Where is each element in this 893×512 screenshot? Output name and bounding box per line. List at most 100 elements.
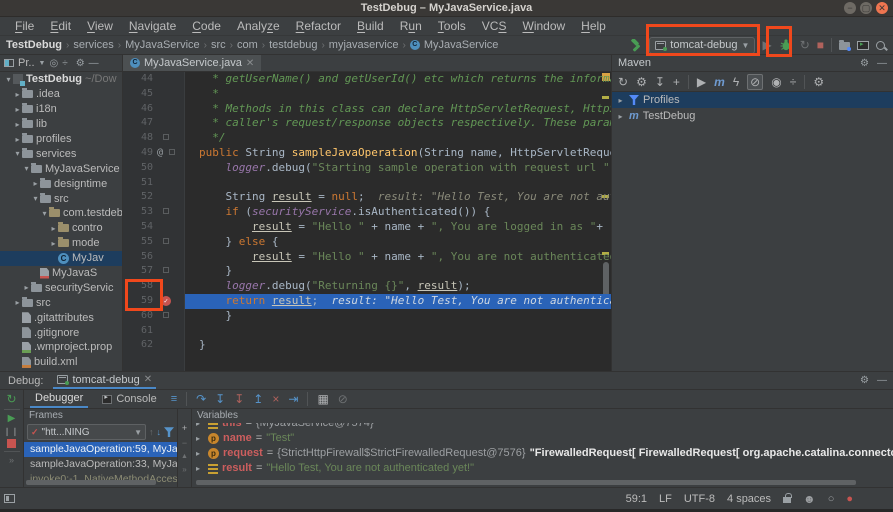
breadcrumb-item[interactable]: TestDebug	[6, 39, 62, 51]
fold-marker-icon[interactable]	[163, 208, 169, 214]
chevron-down-icon[interactable]: ▾	[22, 164, 31, 173]
chevron-right-icon[interactable]: ▸	[13, 90, 22, 99]
chevron-right-icon[interactable]: ▸	[616, 112, 625, 121]
code-line-46[interactable]: 46 * Methods in this class can declare H…	[123, 102, 611, 117]
maven-item-profiles[interactable]: ▸Profiles	[612, 92, 893, 108]
code-line-53[interactable]: 53 if (securityService.isAuthenticated()…	[123, 205, 611, 220]
tree-item-comtestdebug[interactable]: ▾com.testdebug	[0, 206, 122, 221]
code-line-58[interactable]: 58 logger.debug("Returning {}", result);	[123, 279, 611, 294]
force-step-into-icon[interactable]: ↧	[234, 392, 244, 406]
run-maven-build-icon[interactable]: ▶	[697, 75, 706, 89]
project-pane-title[interactable]: Pr..	[18, 57, 35, 69]
breadcrumb-item[interactable]: src	[211, 39, 226, 51]
step-into-icon[interactable]: ↧	[215, 392, 225, 406]
rerun-icon[interactable]: ↻	[6, 392, 16, 406]
menu-refactor[interactable]: Refactor	[289, 19, 348, 33]
chevron-right-icon[interactable]: ▸	[13, 135, 22, 144]
tree-item-idea[interactable]: ▸.idea	[0, 87, 122, 102]
remove-watch-icon[interactable]: −	[182, 438, 187, 448]
generate-sources-icon[interactable]: ⚙	[636, 75, 647, 89]
tree-item-contro[interactable]: ▸contro	[0, 221, 122, 236]
debug-session-tab[interactable]: tomcat-debug ✕	[53, 372, 156, 389]
code-editor[interactable]: 44 * getUserName() and getUserId() etc w…	[123, 72, 611, 371]
locate-icon[interactable]: ◎	[49, 58, 58, 69]
menu-navigate[interactable]: Navigate	[122, 19, 183, 33]
run-dashboard-icon[interactable]	[857, 41, 869, 50]
breadcrumb-item[interactable]: services	[73, 39, 113, 51]
tree-item-testdebug[interactable]: ▾TestDebug~/Dow	[0, 72, 122, 87]
chevron-right-icon[interactable]: ▸	[31, 179, 40, 188]
code-line-50[interactable]: 50 logger.debug("Starting sample operati…	[123, 161, 611, 176]
line-separator[interactable]: LF	[659, 493, 672, 505]
collapse-all-icon[interactable]: ÷	[62, 58, 68, 69]
hide-icon[interactable]: —	[89, 58, 99, 69]
chevron-down-icon[interactable]: ▾	[13, 149, 22, 158]
code-line-62[interactable]: 62}	[123, 338, 611, 353]
tree-item-buildxml[interactable]: build.xml	[0, 355, 122, 370]
drop-frame-icon[interactable]: ×	[272, 392, 279, 406]
close-icon[interactable]: ✕	[876, 2, 888, 14]
tree-item-lib[interactable]: ▸lib	[0, 117, 122, 132]
code-line-51[interactable]: 51	[123, 176, 611, 191]
menu-build[interactable]: Build	[350, 19, 391, 33]
step-out-icon[interactable]: ↥	[253, 392, 263, 406]
tree-item-i18n[interactable]: ▸i18n	[0, 102, 122, 117]
restart-icon[interactable]: ↻	[800, 38, 810, 52]
error-indicator-icon[interactable]: ●	[846, 493, 853, 505]
code-line-54[interactable]: 54 result = "Hello " + name + ", You are…	[123, 220, 611, 235]
tree-item-designtime[interactable]: ▸designtime	[0, 176, 122, 191]
chevron-right-icon[interactable]: ▸	[196, 446, 204, 461]
tree-item-src[interactable]: ▾src	[0, 191, 122, 206]
project-structure-icon[interactable]	[839, 42, 850, 50]
resume-icon[interactable]: ▶	[8, 413, 16, 424]
move-up-icon[interactable]: ▲	[181, 453, 188, 460]
download-sources-icon[interactable]: ↧	[655, 75, 665, 89]
more-icon[interactable]: »	[182, 465, 186, 474]
chevron-right-icon[interactable]: ▸	[49, 239, 58, 248]
code-line-59[interactable]: 59✓ return result; result: "Hello Test, …	[123, 294, 611, 309]
evaluate-expression-icon[interactable]: ▦	[317, 392, 328, 406]
code-line-45[interactable]: 45 *	[123, 87, 611, 102]
tree-item-mode[interactable]: ▸mode	[0, 236, 122, 251]
fold-marker-icon[interactable]	[163, 134, 169, 140]
gear-icon[interactable]: ⚙	[860, 58, 869, 69]
chevron-right-icon[interactable]: ▸	[13, 105, 22, 114]
menu-view[interactable]: View	[80, 19, 120, 33]
fold-marker-icon[interactable]	[163, 238, 169, 244]
variable-row-request[interactable]: ▸prequest = {StrictHttpFirewall$StrictFi…	[192, 446, 893, 461]
code-line-55[interactable]: 55 } else {	[123, 235, 611, 250]
chevron-right-icon[interactable]: ▸	[49, 224, 58, 233]
tree-item-myjav[interactable]: CMyJav	[0, 251, 122, 266]
code-line-61[interactable]: 61	[123, 324, 611, 339]
indent-style[interactable]: 4 spaces	[727, 493, 771, 505]
chevron-down-icon[interactable]: ▾	[4, 75, 13, 84]
mute-breakpoints-icon[interactable]: ⊘	[338, 392, 348, 406]
tree-item-wmprojectprop[interactable]: .wmproject.prop	[0, 340, 122, 355]
code-line-44[interactable]: 44 * getUserName() and getUserId() etc w…	[123, 72, 611, 87]
menu-code[interactable]: Code	[185, 19, 228, 33]
code-line-47[interactable]: 47 * caller's request/response objects r…	[123, 116, 611, 131]
chevron-right-icon[interactable]: ▸	[196, 423, 204, 431]
caret-position[interactable]: 59:1	[626, 493, 647, 505]
tree-item-services[interactable]: ▾services	[0, 146, 122, 161]
toolwindow-toggle-icon[interactable]	[4, 494, 15, 503]
step-over-icon[interactable]: ↷	[196, 392, 206, 406]
maven-settings-icon[interactable]: ⚙	[813, 75, 824, 89]
lock-icon[interactable]	[783, 497, 791, 503]
pause-icon[interactable]: ❙❙	[4, 427, 19, 436]
highlighting-level-icon[interactable]: ☻	[803, 492, 816, 506]
breadcrumb-item[interactable]: MyJavaService	[125, 39, 200, 51]
filter-icon[interactable]	[164, 427, 174, 437]
tree-item-gitignore[interactable]: .gitignore	[0, 325, 122, 340]
menu-help[interactable]: Help	[574, 19, 613, 33]
frame-row[interactable]: sampleJavaOperation:59, MyJavaService	[24, 442, 177, 457]
variable-row-result[interactable]: ▸result = "Hello Test, You are not authe…	[192, 461, 893, 476]
file-encoding[interactable]: UTF-8	[684, 493, 715, 505]
maximize-icon[interactable]: ▢	[860, 2, 872, 14]
breadcrumb-item[interactable]: testdebug	[269, 39, 317, 51]
build-hammer-icon[interactable]	[629, 39, 642, 52]
menu-window[interactable]: Window	[515, 19, 572, 33]
chevron-right-icon[interactable]: ▸	[22, 283, 31, 292]
maven-item-testdebug[interactable]: ▸mTestDebug	[612, 108, 893, 124]
chevron-down-icon[interactable]: ▾	[31, 194, 40, 203]
